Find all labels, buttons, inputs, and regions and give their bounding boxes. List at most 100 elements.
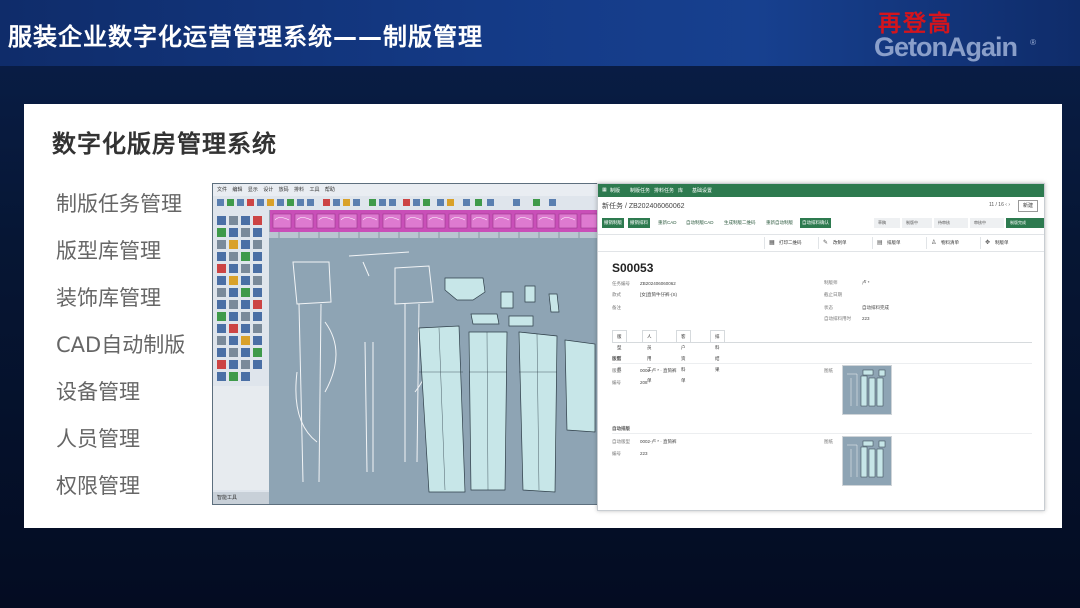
logo-english-text: GetonAgain — [874, 32, 1018, 62]
field-label: 款式 — [612, 292, 621, 297]
status-step[interactable]: 审核中 — [970, 218, 1004, 228]
status-step[interactable]: 待审核 — [934, 218, 968, 228]
field-value: 0002-卢 * · 直筒裤 — [640, 368, 677, 373]
content-card: 数字化版房管理系统 制版任务管理 版型库管理 装饰库管理 CAD自动制版 设备管… — [24, 104, 1062, 528]
cad-menubar: 文件 编辑 显示 设计 放码 排料 工具 帮助 — [213, 184, 601, 196]
field-value: 自动排料完成 — [862, 305, 889, 310]
field-value: 208 — [640, 380, 648, 385]
smart-button-label: 排版单 — [887, 240, 901, 245]
field-label: 备注 — [612, 305, 621, 310]
sheet-icon: ▤ — [877, 240, 883, 246]
smart-button-label: 制版单 — [995, 240, 1009, 245]
thumbnail-drawing — [847, 369, 886, 407]
person-icon: ♙ — [931, 240, 937, 246]
apps-icon[interactable]: ▦ — [602, 187, 607, 193]
cad-toolbar[interactable] — [213, 196, 601, 211]
tool-icons[interactable] — [213, 210, 269, 490]
logo-trademark: ® — [1030, 38, 1036, 47]
record-pager[interactable]: 11 / 16 ‹ › — [989, 202, 1010, 208]
field-value: 卢 * — [862, 280, 870, 285]
feature-item: 装饰库管理 — [56, 286, 161, 310]
chevron-left-icon[interactable]: ‹ — [1005, 202, 1007, 208]
status-step[interactable]: 制版中 — [902, 218, 932, 228]
field-label: 任务编号 — [612, 281, 630, 286]
field-label: 状态 — [824, 305, 833, 310]
record-title: S00053 — [612, 261, 654, 275]
field-value: 0002-卢 * · 直筒裤 — [640, 439, 677, 444]
section-title: 数字化版房管理系统 — [52, 130, 277, 158]
action-button[interactable]: 自动排料确认 — [800, 218, 831, 228]
action-button[interactable]: 重新自动制版 — [764, 218, 795, 228]
feature-item: 人员管理 — [56, 427, 140, 451]
field-value: 223 — [640, 451, 648, 456]
page-title: 服装企业数字化运营管理系统——制版管理 — [8, 23, 483, 51]
feature-item: 版型库管理 — [56, 239, 161, 263]
topbar-item[interactable]: 库 — [678, 187, 683, 194]
breadcrumb[interactable]: 新任务 / ZB202406060062 — [602, 201, 685, 211]
pattern-thumbnail[interactable] — [842, 365, 892, 415]
status-step[interactable]: 草稿 — [874, 218, 900, 228]
cad-tool-panel[interactable]: 智能工具 — [213, 210, 270, 504]
header-bar: 服装企业数字化运营管理系统——制版管理 再登高 GetonAgain ® — [0, 0, 1080, 66]
field-label: 版型 — [612, 368, 621, 373]
feature-list: 制版任务管理 版型库管理 装饰库管理 CAD自动制版 设备管理 人员管理 权限管… — [56, 186, 185, 515]
new-button[interactable]: 新建 — [1018, 200, 1038, 212]
cad-menu-item[interactable]: 文件 — [217, 187, 227, 193]
cad-menu-item[interactable]: 工具 — [309, 187, 319, 193]
qr-icon: ▦ — [769, 240, 775, 246]
action-button[interactable]: 撤销排料 — [628, 218, 650, 228]
cad-menu-item[interactable]: 设计 — [263, 187, 273, 193]
field-label: 图纸 — [824, 439, 833, 444]
field-label: 自动排料用时 — [824, 316, 851, 321]
feature-item: 权限管理 — [56, 474, 140, 498]
company-logo: 再登高 GetonAgain ® — [874, 4, 1044, 68]
status-steps: 草稿 制版中 待审核 审核中 制版完成 — [874, 218, 1044, 228]
field-label: 截止日期 — [824, 292, 842, 297]
section-divider — [612, 433, 1032, 434]
erp-topbar: ▦ 制版 制版任务 排料任务 库 基础设置 — [598, 184, 1044, 197]
pager-text: 11 / 16 — [988, 202, 1004, 208]
field-value: [女]直筒牛仔裤-(S) — [640, 292, 677, 297]
thumbnail-drawing — [847, 440, 886, 478]
cad-window: 文件 编辑 显示 设计 放码 排料 工具 帮助 智能工具 — [212, 183, 602, 505]
feature-item: 制版任务管理 — [56, 192, 182, 216]
smart-button-label: 物料清单 — [941, 240, 959, 245]
section-heading: 自动排版 — [612, 426, 630, 431]
pattern-sheet-button[interactable]: ✥ 制版单 — [980, 237, 1044, 249]
action-button[interactable]: 自动制版CAD — [684, 218, 716, 228]
cad-menu-item[interactable]: 显示 — [248, 187, 258, 193]
status-step-active[interactable]: 制版完成 — [1006, 218, 1044, 228]
topbar-item[interactable]: 制版任务 — [630, 187, 650, 194]
toolbar-icons[interactable] — [213, 196, 601, 210]
field-label: 自动版型 — [612, 439, 630, 444]
chevron-right-icon[interactable]: › — [1008, 202, 1010, 208]
smart-button-label: 改制单 — [833, 240, 847, 245]
cad-status-label: 智能工具 — [213, 492, 269, 504]
feature-item: CAD自动制版 — [56, 333, 186, 357]
edit-icon: ✎ — [823, 240, 829, 246]
topbar-item[interactable]: 基础设置 — [692, 187, 712, 194]
field-label: 制版师 — [824, 280, 838, 285]
ribbon-swatches — [272, 213, 598, 229]
cad-menu-item[interactable]: 编辑 — [232, 187, 242, 193]
action-button[interactable]: 撤销制版 — [602, 218, 624, 228]
auto-pattern-thumbnail[interactable] — [842, 436, 892, 486]
cad-menu-item[interactable]: 放码 — [279, 187, 289, 193]
tab-divider — [612, 342, 1032, 343]
field-value: 223 — [862, 316, 870, 321]
action-button[interactable]: 重新CAD — [656, 218, 679, 228]
erp-window: ▦ 制版 制版任务 排料任务 库 基础设置 新任务 / ZB2024060600… — [597, 183, 1045, 511]
cad-color-ribbon — [269, 210, 601, 232]
smart-button-label: 打印二维码 — [779, 240, 802, 245]
action-button[interactable]: 生成制版二维码 — [722, 218, 758, 228]
smart-button-bar: ▦ 打印二维码 ✎ 改制单 ▤ 排版单 ♙ 物料清单 ✥ 制版单 — [598, 234, 1044, 252]
field-label: 编号 — [612, 451, 621, 456]
pattern-canvas[interactable] — [269, 232, 601, 504]
topbar-item[interactable]: 排料任务 — [654, 187, 674, 194]
feature-item: 设备管理 — [56, 380, 140, 404]
section-heading: 版型 — [612, 356, 621, 361]
cad-menu-item[interactable]: 帮助 — [325, 187, 335, 193]
cad-menu-item[interactable]: 排料 — [294, 187, 304, 193]
field-value: ZB202406060062 — [640, 281, 676, 286]
topbar-item[interactable]: 制版 — [610, 187, 620, 194]
